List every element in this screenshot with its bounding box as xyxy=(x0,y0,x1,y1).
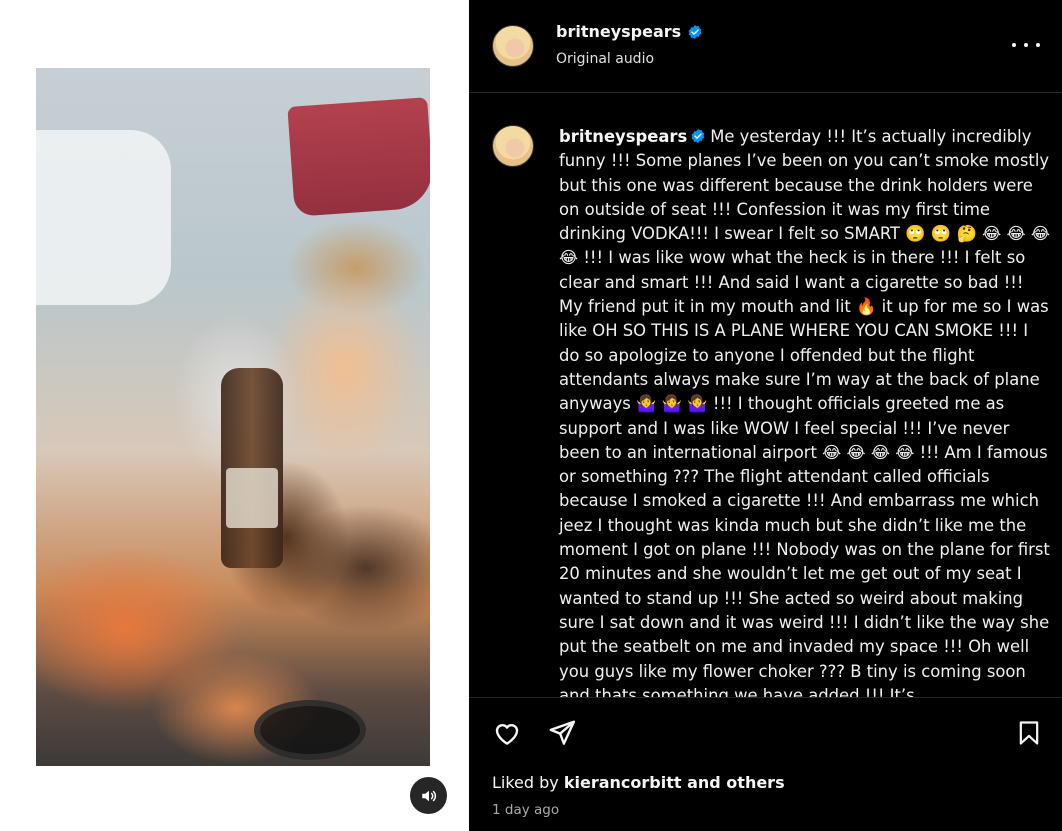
more-options-button[interactable] xyxy=(1012,35,1040,55)
avatar[interactable] xyxy=(492,25,534,67)
cup-holder xyxy=(254,700,366,760)
post-caption: britneyspears Me yesterday !!! It’s actu… xyxy=(559,125,1051,697)
airplane-window xyxy=(36,130,171,305)
username-link[interactable]: britneyspears xyxy=(556,22,681,41)
red-hat xyxy=(287,97,430,217)
likes-summary: Liked by kierancorbitt and others xyxy=(492,773,785,792)
post-sidebar: britneyspears Original audio britneyspea… xyxy=(469,0,1062,831)
speaker-icon xyxy=(421,790,436,801)
avatar[interactable] xyxy=(492,125,534,167)
save-button[interactable] xyxy=(1015,718,1043,752)
liked-by-prefix: Liked by xyxy=(492,773,564,792)
more-options-icon xyxy=(1012,43,1016,47)
post-header: britneyspears Original audio xyxy=(469,0,1062,93)
post-video[interactable] xyxy=(36,68,430,766)
like-button[interactable] xyxy=(492,718,522,752)
verified-badge-icon xyxy=(691,129,705,143)
share-button[interactable] xyxy=(547,718,577,752)
post-timestamp[interactable]: 1 day ago xyxy=(492,802,559,818)
comments-section[interactable]: britneyspears Me yesterday !!! It’s actu… xyxy=(469,94,1062,697)
liked-by-others-link[interactable]: and others xyxy=(682,773,785,792)
caption-text: Me yesterday !!! It’s actually incredibl… xyxy=(559,127,1051,697)
bottle-label xyxy=(226,468,278,528)
header-user: britneyspears xyxy=(556,22,703,41)
audio-link[interactable]: Original audio xyxy=(556,51,654,67)
verified-badge-icon xyxy=(688,24,702,39)
caption-username[interactable]: britneyspears xyxy=(559,127,687,146)
bookmark-icon xyxy=(1019,721,1039,745)
paper-plane-icon xyxy=(549,720,576,745)
media-pane xyxy=(0,0,469,831)
heart-icon xyxy=(495,723,519,745)
sound-toggle-button[interactable] xyxy=(410,777,447,814)
liked-by-user-link[interactable]: kierancorbitt xyxy=(564,773,682,792)
action-bar: Liked by kierancorbitt and others 1 day … xyxy=(469,697,1062,831)
